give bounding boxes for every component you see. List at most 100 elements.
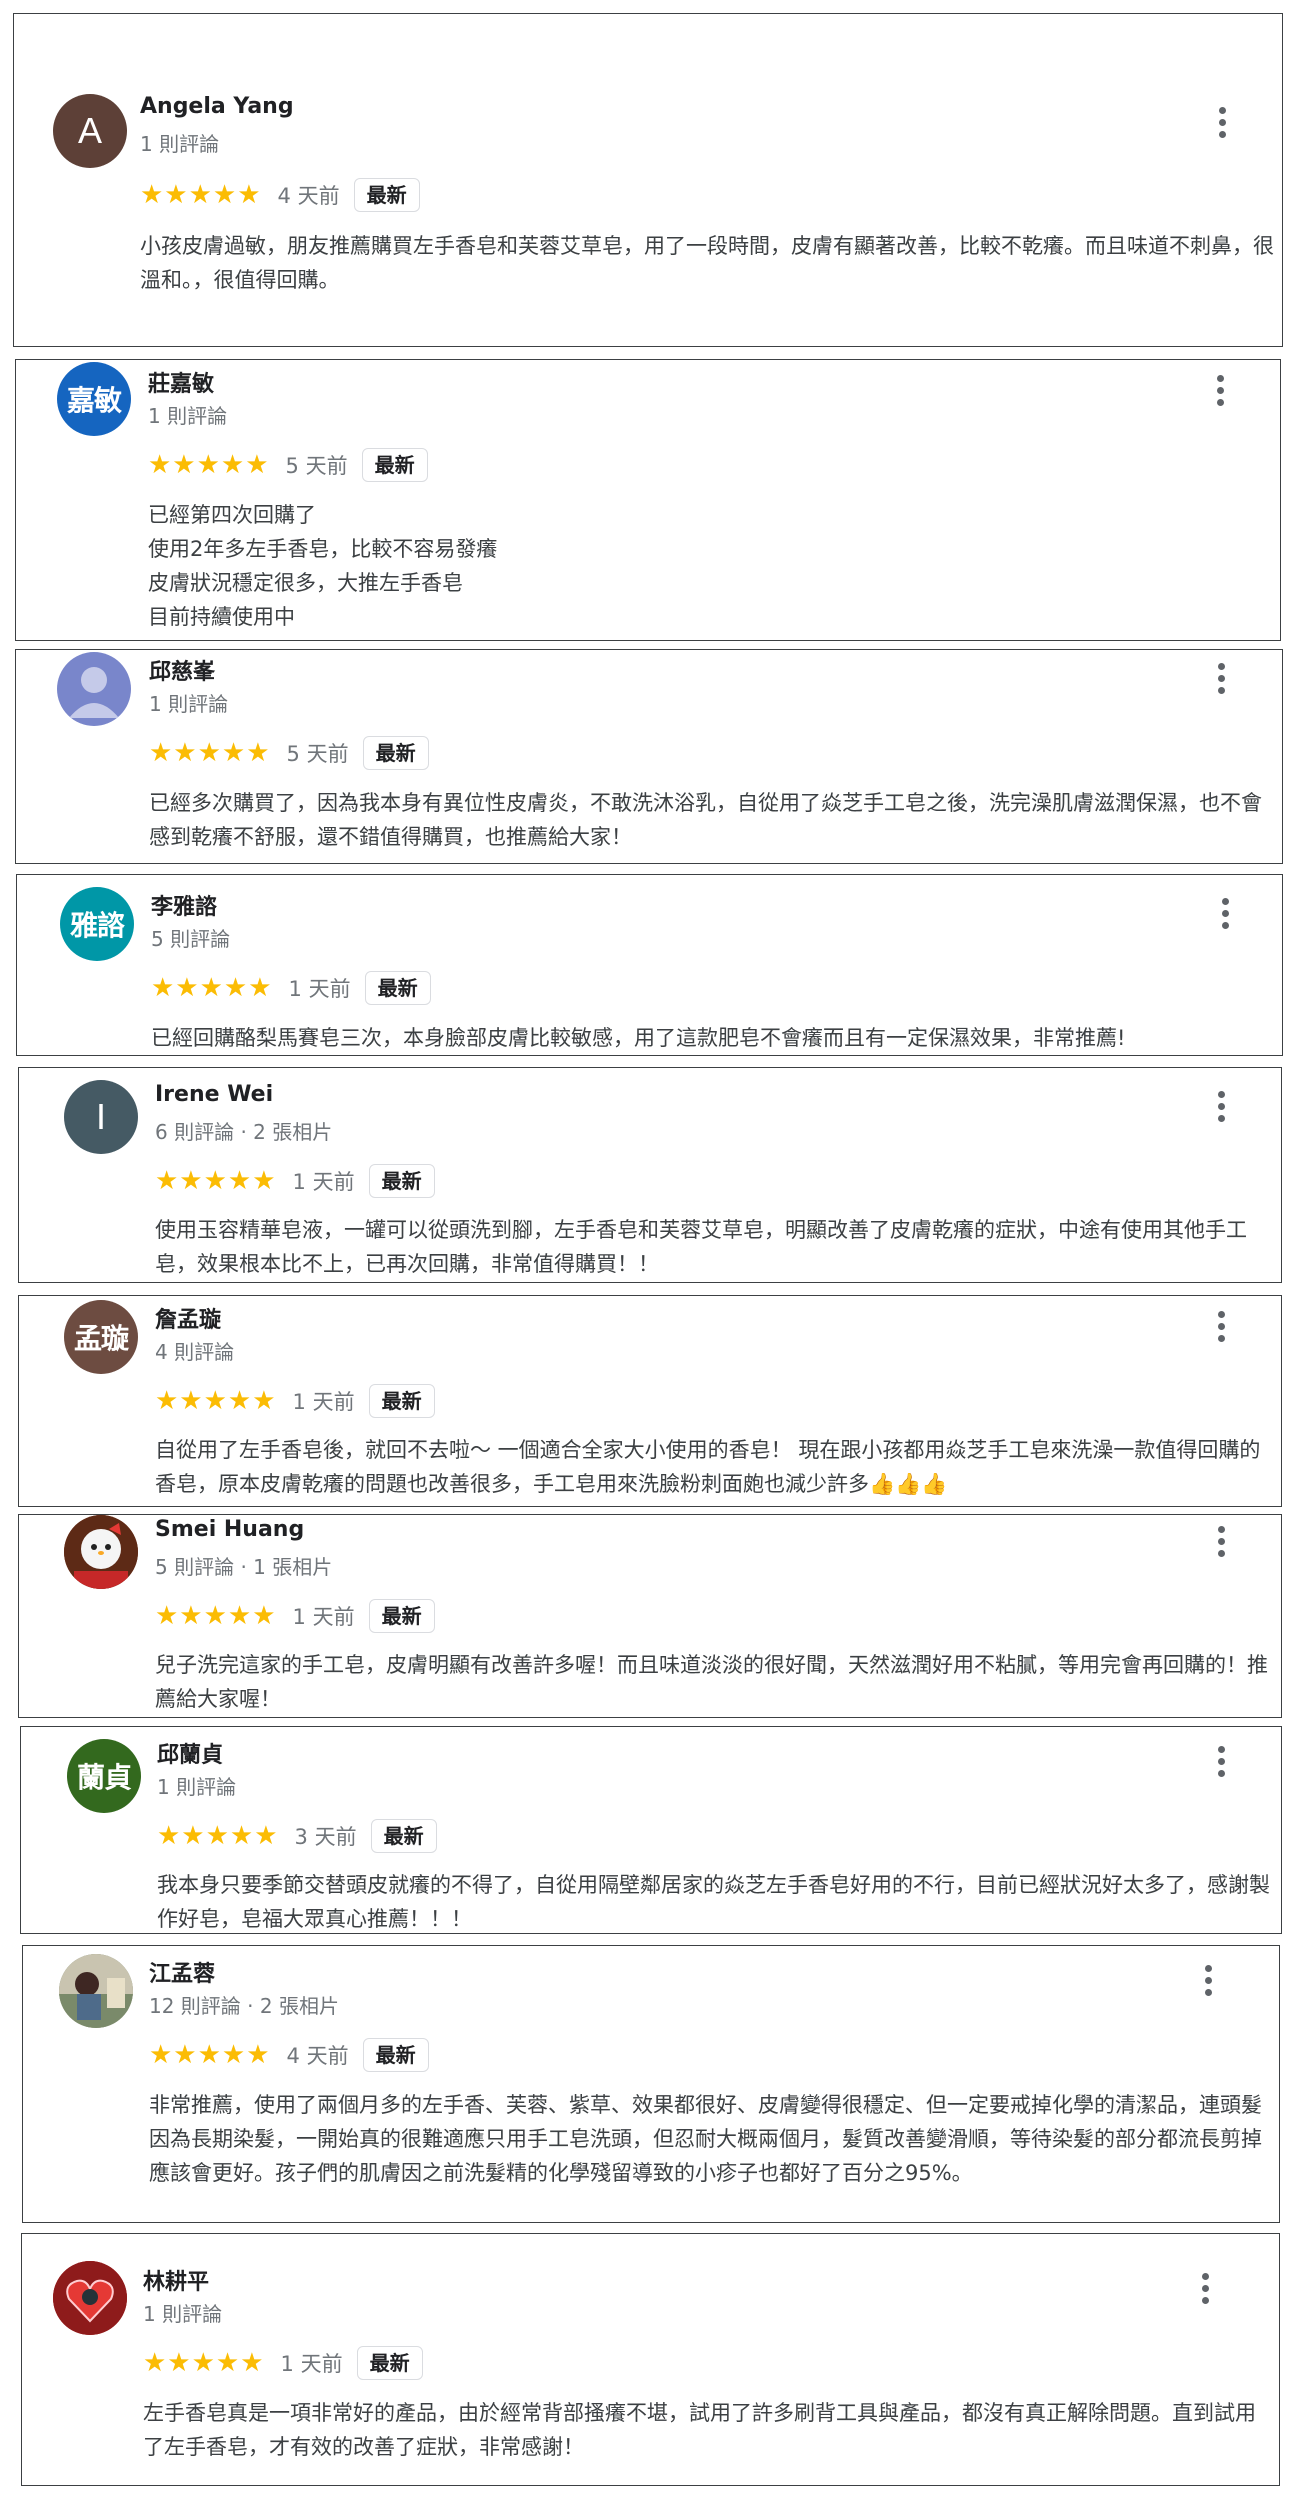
review-card: I Irene Wei 6 則評論 · 2 張相片 ★★★★★ 1 天前 最新 … <box>18 1067 1282 1283</box>
review-date: 4 天前 <box>277 184 340 208</box>
reviewer-avatar[interactable]: 嘉敏 <box>57 362 131 436</box>
review-date: 1 天前 <box>288 977 351 1001</box>
reviewer-meta: 4 則評論 <box>155 1340 235 1364</box>
review-card: 林耕平 1 則評論 ★★★★★ 1 天前 最新 左手香皂真是一項非常好的產品，由… <box>21 2233 1280 2486</box>
more-options-icon[interactable] <box>1205 370 1235 410</box>
review-card: 雅諮 李雅諮 5 則評論 ★★★★★ 1 天前 最新 已經回購酪梨馬賽皂三次，本… <box>16 874 1283 1056</box>
reviewer-meta: 1 則評論 <box>157 1775 237 1799</box>
rating-row: ★★★★★ 5 天前 最新 <box>149 734 429 772</box>
reviewer-name[interactable]: Angela Yang <box>140 94 294 119</box>
more-options-icon[interactable] <box>1190 2268 1220 2308</box>
reviewer-name[interactable]: 江孟蓉 <box>149 1956 215 1988</box>
more-options-icon[interactable] <box>1210 893 1240 933</box>
review-card: 蘭貞 邱蘭貞 1 則評論 ★★★★★ 3 天前 最新 我本身只要季節交替頭皮就癢… <box>20 1726 1282 1934</box>
review-text: 非常推薦，使用了兩個月多的左手香、芙蓉、紫草、效果都很好、皮膚變得很穩定、但一定… <box>149 2093 1262 2185</box>
reviewer-meta: 1 則評論 <box>148 404 228 428</box>
review-card: 江孟蓉 12 則評論 · 2 張相片 ★★★★★ 4 天前 最新 非常推薦，使用… <box>22 1945 1280 2223</box>
review-card: A Angela Yang 1 則評論 ★★★★★ 4 天前 最新 小孩皮膚過敏… <box>13 13 1283 347</box>
profile-photo-icon <box>53 2261 127 2335</box>
profile-photo-icon <box>59 1954 133 2028</box>
reviewer-meta: 1 則評論 <box>149 692 229 716</box>
rating-row: ★★★★★ 4 天前 最新 <box>149 2036 429 2074</box>
person-icon <box>69 667 119 718</box>
newest-badge: 最新 <box>368 1599 435 1633</box>
newest-badge: 最新 <box>362 2038 429 2072</box>
review-date: 1 天前 <box>280 2352 343 2376</box>
more-options-icon[interactable] <box>1206 1741 1236 1781</box>
reviewer-name[interactable]: Irene Wei <box>155 1082 273 1107</box>
review-card: 邱慈峯 1 則評論 ★★★★★ 5 天前 最新 已經多次購買了，因為我本身有異位… <box>15 649 1283 864</box>
reviewer-meta: 12 則評論 · 2 張相片 <box>149 1994 339 2018</box>
reviewer-name[interactable]: 邱慈峯 <box>149 654 215 686</box>
star-rating-icon: ★★★★★ <box>140 180 262 210</box>
rating-row: ★★★★★ 1 天前 最新 <box>143 2344 423 2382</box>
newest-badge: 最新 <box>353 178 420 212</box>
newest-badge: 最新 <box>361 448 428 482</box>
reviewer-meta: 1 則評論 <box>140 132 220 156</box>
rating-row: ★★★★★ 1 天前 最新 <box>151 969 431 1007</box>
review-date: 5 天前 <box>285 454 348 478</box>
review-date: 1 天前 <box>292 1605 355 1629</box>
newest-badge: 最新 <box>368 1164 435 1198</box>
review-text: 小孩皮膚過敏，朋友推薦購買左手香皂和芙蓉艾草皂，用了一段時間，皮膚有顯著改善，比… <box>140 234 1274 292</box>
reviewer-meta: 5 則評論 · 1 張相片 <box>155 1555 333 1579</box>
rating-row: ★★★★★ 3 天前 最新 <box>157 1817 437 1855</box>
review-card: 孟璇 詹孟璇 4 則評論 ★★★★★ 1 天前 最新 自從用了左手香皂後，就回不… <box>18 1295 1282 1507</box>
star-rating-icon: ★★★★★ <box>157 1821 279 1851</box>
review-date: 5 天前 <box>286 742 349 766</box>
review-text: 自從用了左手香皂後，就回不去啦～ 一個適合全家大小使用的香皂！ 現在跟小孩都用焱… <box>155 1438 1261 1496</box>
rating-row: ★★★★★ 1 天前 最新 <box>155 1382 435 1420</box>
reviewer-meta: 5 則評論 <box>151 927 231 951</box>
newest-badge: 最新 <box>368 1384 435 1418</box>
review-text: 兒子洗完這家的手工皂，皮膚明顯有改善許多喔！而且味道淡淡的很好聞，天然滋潤好用不… <box>155 1653 1268 1711</box>
reviewer-name[interactable]: 邱蘭貞 <box>157 1737 223 1769</box>
reviewer-name[interactable]: Smei Huang <box>155 1517 304 1542</box>
star-rating-icon: ★★★★★ <box>155 1386 277 1416</box>
more-options-icon[interactable] <box>1206 1086 1236 1126</box>
newest-badge: 最新 <box>370 1819 437 1853</box>
star-rating-icon: ★★★★★ <box>151 973 273 1003</box>
more-options-icon[interactable] <box>1206 658 1236 698</box>
rating-row: ★★★★★ 4 天前 最新 <box>140 176 420 214</box>
reviewer-avatar[interactable]: A <box>53 94 127 168</box>
reviewer-avatar[interactable] <box>59 1954 133 2028</box>
reviewer-meta: 6 則評論 · 2 張相片 <box>155 1120 333 1144</box>
profile-photo-icon <box>64 1515 138 1589</box>
review-text: 已經第四次回購了 使用2年多左手香皂，比較不容易發癢 皮膚狀況穩定很多，大推左手… <box>148 503 498 629</box>
review-text: 左手香皂真是一項非常好的產品，由於經常背部搔癢不堪，試用了許多刷背工具與產品，都… <box>143 2401 1256 2459</box>
reviewer-avatar[interactable]: I <box>64 1080 138 1154</box>
reviewer-avatar[interactable] <box>57 652 131 726</box>
more-options-icon[interactable] <box>1207 102 1237 142</box>
review-date: 1 天前 <box>292 1170 355 1194</box>
reviewer-name[interactable]: 林耕平 <box>143 2264 209 2296</box>
review-date: 1 天前 <box>292 1390 355 1414</box>
review-card: 嘉敏 莊嘉敏 1 則評論 ★★★★★ 5 天前 最新 已經第四次回購了 使用2年… <box>15 359 1281 641</box>
star-rating-icon: ★★★★★ <box>155 1166 277 1196</box>
star-rating-icon: ★★★★★ <box>149 2040 271 2070</box>
reviewer-avatar[interactable]: 孟璇 <box>64 1300 138 1374</box>
reviewer-name[interactable]: 李雅諮 <box>151 889 217 921</box>
newest-badge: 最新 <box>364 971 431 1005</box>
more-options-icon[interactable] <box>1206 1521 1236 1561</box>
review-text: 已經回購酪梨馬賽皂三次，本身臉部皮膚比較敏感，用了這款肥皂不會癢而且有一定保濕效… <box>151 1026 1126 1050</box>
rating-row: ★★★★★ 1 天前 最新 <box>155 1597 435 1635</box>
star-rating-icon: ★★★★★ <box>149 738 271 768</box>
more-options-icon[interactable] <box>1193 1960 1223 2000</box>
reviewer-avatar[interactable] <box>53 2261 127 2335</box>
star-rating-icon: ★★★★★ <box>143 2348 265 2378</box>
reviewer-avatar[interactable]: 雅諮 <box>60 887 134 961</box>
review-text: 已經多次購買了，因為我本身有異位性皮膚炎，不敢洗沐浴乳，自從用了焱芝手工皂之後，… <box>149 791 1262 849</box>
reviewer-avatar[interactable]: 蘭貞 <box>67 1739 141 1813</box>
review-date: 3 天前 <box>294 1825 357 1849</box>
reviewer-avatar[interactable] <box>64 1515 138 1589</box>
reviewer-meta: 1 則評論 <box>143 2302 223 2326</box>
review-card: Smei Huang 5 則評論 · 1 張相片 ★★★★★ 1 天前 最新 兒… <box>18 1514 1282 1718</box>
star-rating-icon: ★★★★★ <box>148 450 270 480</box>
more-options-icon[interactable] <box>1206 1306 1236 1346</box>
star-rating-icon: ★★★★★ <box>155 1601 277 1631</box>
rating-row: ★★★★★ 5 天前 最新 <box>148 446 428 484</box>
newest-badge: 最新 <box>356 2346 423 2380</box>
reviewer-name[interactable]: 莊嘉敏 <box>148 366 214 398</box>
review-text: 使用玉容精華皂液，一罐可以從頭洗到腳，左手香皂和芙蓉艾草皂，明顯改善了皮膚乾癢的… <box>155 1218 1247 1276</box>
reviewer-name[interactable]: 詹孟璇 <box>155 1302 221 1334</box>
